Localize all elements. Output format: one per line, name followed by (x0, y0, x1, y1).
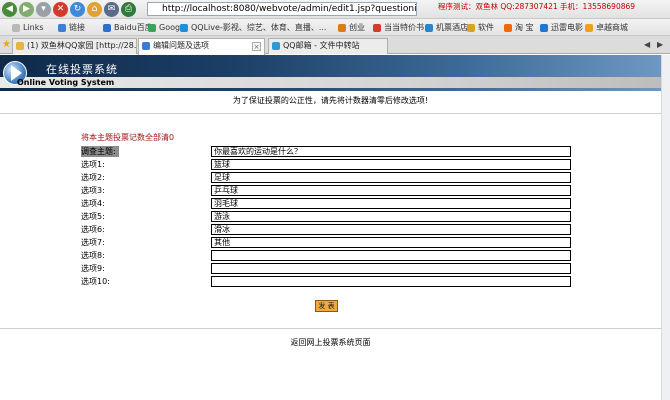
option-input[interactable] (211, 224, 571, 235)
bookmark-link[interactable]: 卓越商城 (585, 22, 628, 34)
bookmark-label: Baidu百度 (114, 23, 153, 32)
site-subtitle: Online Voting System (17, 78, 115, 87)
return-link[interactable]: 返回网上投票系统页面 (0, 337, 661, 348)
bookmark-label: QQLive-影视、综艺、体育、直播、... (191, 23, 327, 32)
links-toolbar: Links 链接 Baidu百度 Google QQLive-影视、综艺、体育、直播、.… (0, 19, 670, 36)
bookmark-link[interactable]: 机票酒店 (425, 22, 468, 34)
bookmark-label: 链接 (69, 23, 85, 32)
reset-count-link[interactable]: 将本主题投票记数全部清0 (81, 132, 174, 143)
bookmark-icon (504, 24, 512, 32)
bookmark-link[interactable]: QQLive-影视、综艺、体育、直播、... (180, 22, 326, 34)
print-icon[interactable]: ⎙ (121, 2, 136, 17)
tab-strip: ★ (1) 双鱼林QQ家园 [http://28... 编辑问题及选项 × QQ邮箱 … (0, 36, 670, 55)
back-arrow-icon[interactable]: ◀ (2, 2, 17, 17)
bookmark-link[interactable]: Baidu百度 (103, 22, 153, 34)
bookmark-link[interactable]: Links (12, 22, 44, 34)
site-title: 在线投票系统 (46, 63, 118, 76)
tab-label: (1) 双鱼林QQ家园 [http://28... (27, 41, 137, 50)
option-label: 选项7: (81, 238, 105, 247)
url-input[interactable] (147, 2, 417, 16)
option-input[interactable] (211, 159, 571, 170)
bookmark-label: 软件 (478, 23, 494, 32)
option-input[interactable] (211, 172, 571, 183)
option-label: 选项3: (81, 186, 105, 195)
bookmark-link[interactable]: 当当特价书 (373, 22, 424, 34)
bookmark-label: Links (23, 23, 44, 32)
bookmark-label: 创业 (349, 23, 365, 32)
option-input[interactable] (211, 185, 571, 196)
bookmark-icon (467, 24, 475, 32)
stop-icon[interactable]: ✕ (53, 2, 68, 17)
tab-favicon-icon (16, 42, 24, 50)
divider (0, 328, 661, 329)
subject-input[interactable] (211, 146, 571, 157)
divider (0, 113, 661, 114)
scroll-tabs-right-icon[interactable]: ▶ (657, 40, 663, 49)
option-input[interactable] (211, 198, 571, 209)
close-tab-icon[interactable]: × (252, 42, 261, 51)
option-label: 选项5: (81, 212, 105, 221)
bookmark-icon (148, 24, 156, 32)
bookmark-link[interactable]: 软件 (467, 22, 494, 34)
browser-tab[interactable]: 编辑问题及选项 × (138, 38, 265, 55)
option-label: 选项2: (81, 173, 105, 182)
bookmark-link[interactable]: 创业 (338, 22, 365, 34)
bookmark-icon (180, 24, 188, 32)
page-viewport: 在线投票系统 Online Voting System 为了保证投票的公正性，请… (0, 55, 670, 400)
bookmark-label: 淘 宝 (515, 23, 534, 32)
bookmark-label: 迅雷电影 (551, 23, 583, 32)
site-header: 在线投票系统 Online Voting System (0, 55, 661, 91)
subject-label: 调查主题: (81, 146, 119, 157)
mail-icon[interactable]: ✉ (104, 2, 119, 17)
bookmark-icon (585, 24, 593, 32)
option-label: 选项6: (81, 225, 105, 234)
bookmark-icon (103, 24, 111, 32)
notice-text: 为了保证投票的公正性，请先将计数器清零后修改选项! (232, 96, 429, 105)
address-bar: ◀ ▶ ▾ ✕ ↻ ⌂ ✉ ⎙ 程序测试：双鱼林 QQ:287307421 手机… (0, 0, 670, 19)
option-label: 选项9: (81, 264, 105, 273)
option-label: 选项1: (81, 160, 105, 169)
tab-favicon-icon (142, 42, 150, 50)
bookmark-link[interactable]: 链接 (58, 22, 85, 34)
forward-arrow-icon[interactable]: ▶ (19, 2, 34, 17)
dropdown-icon[interactable]: ▾ (36, 2, 51, 17)
option-input[interactable] (211, 276, 571, 287)
bookmark-icon (425, 24, 433, 32)
option-input[interactable] (211, 211, 571, 222)
bookmark-label: 当当特价书 (384, 23, 424, 32)
option-input[interactable] (211, 237, 571, 248)
option-input[interactable] (211, 250, 571, 261)
bookmark-icon (540, 24, 548, 32)
bookmark-label: 机票酒店 (436, 23, 468, 32)
tab-label: QQ邮箱 - 文件中转站 (283, 41, 360, 50)
browser-tab[interactable]: (1) 双鱼林QQ家园 [http://28... (12, 38, 137, 54)
bookmark-label: 卓越商城 (596, 23, 628, 32)
bookmark-icon (58, 24, 66, 32)
option-label: 选项4: (81, 199, 105, 208)
scroll-tabs-left-icon[interactable]: ◀ (644, 40, 650, 49)
favorites-star-icon[interactable]: ★ (2, 39, 11, 51)
bookmark-link[interactable]: 淘 宝 (504, 22, 534, 34)
refresh-icon[interactable]: ↻ (70, 2, 85, 17)
tab-label: 编辑问题及选项 (153, 41, 209, 50)
bookmark-icon (338, 24, 346, 32)
status-text: 程序测试：双鱼林 QQ:287307421 手机：13558690869 (438, 2, 636, 11)
bookmark-icon (12, 24, 20, 32)
bookmark-link[interactable]: 迅雷电影 (540, 22, 583, 34)
option-label: 选项10: (81, 277, 110, 286)
tab-favicon-icon (272, 42, 280, 50)
option-input[interactable] (211, 263, 571, 274)
browser-tab[interactable]: QQ邮箱 - 文件中转站 (268, 38, 388, 54)
bookmark-icon (373, 24, 381, 32)
home-icon[interactable]: ⌂ (87, 2, 102, 17)
option-label: 选项8: (81, 251, 105, 260)
submit-button[interactable]: 发 表 (315, 300, 338, 312)
vertical-scrollbar[interactable] (661, 55, 670, 400)
